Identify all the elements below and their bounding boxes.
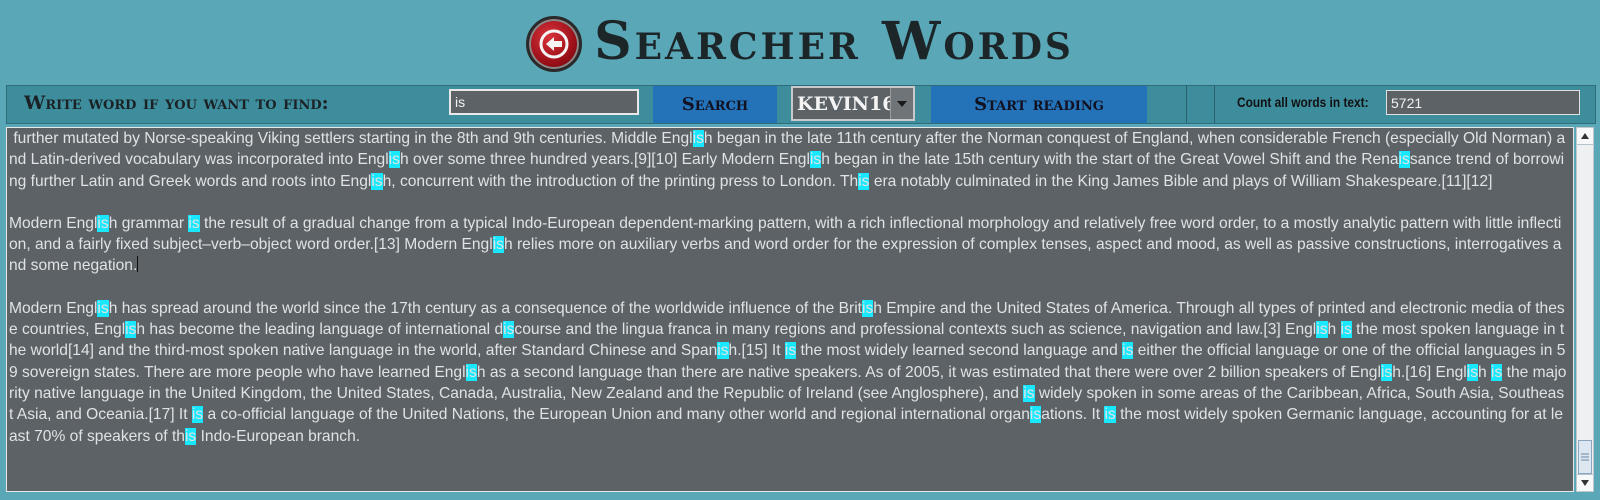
search-highlight: is <box>188 214 200 232</box>
triangle-down-icon <box>1581 480 1589 486</box>
search-highlight: is <box>1029 406 1042 424</box>
search-highlight: is <box>1466 363 1479 381</box>
search-highlight: is <box>858 172 870 190</box>
triangle-up-icon <box>1581 133 1589 139</box>
scroll-thumb[interactable] <box>1578 440 1592 474</box>
title-bar: Searcher Words <box>0 0 1600 84</box>
search-highlight: is <box>1398 151 1410 169</box>
user-select[interactable]: KEVIN16 <box>791 86 915 121</box>
search-highlight: is <box>503 321 515 339</box>
text-paragraph: Modern English grammar is the result of … <box>9 214 1562 275</box>
search-highlight: is <box>125 321 137 339</box>
toolbar-divider <box>1214 86 1215 123</box>
back-button[interactable] <box>526 16 583 72</box>
text-caret <box>137 256 139 273</box>
word-count-label: Count all words in text: <box>1237 94 1369 110</box>
toolbar-divider <box>1186 86 1187 123</box>
search-highlight: is <box>465 363 477 381</box>
search-highlight: is <box>1316 321 1328 339</box>
search-highlight: is <box>184 427 197 445</box>
text-content-area[interactable]: further mutated by Norse-speaking Viking… <box>6 127 1574 492</box>
vertical-scrollbar[interactable] <box>1576 127 1594 492</box>
find-word-input[interactable] <box>449 89 639 115</box>
search-highlight: is <box>1491 363 1503 381</box>
text-paragraph: Modern English has spread around the wor… <box>9 299 1567 445</box>
search-highlight: is <box>1023 384 1035 402</box>
search-highlight: is <box>1380 363 1393 381</box>
search-highlight: is <box>371 172 383 190</box>
search-highlight: is <box>784 342 797 360</box>
search-button[interactable]: Search <box>653 86 777 123</box>
word-count-field[interactable]: 5721 <box>1386 90 1580 115</box>
search-highlight: is <box>97 299 109 317</box>
search-highlight: is <box>191 406 204 424</box>
search-highlight: is <box>1104 406 1116 424</box>
toolbar: Write word if you want to find: Search K… <box>6 85 1596 124</box>
search-highlight: is <box>692 130 704 147</box>
user-select-value: KEVIN16 <box>797 92 890 115</box>
search-highlight: is <box>861 299 874 317</box>
search-highlight: is <box>388 151 400 169</box>
chevron-down-icon <box>897 100 907 107</box>
search-highlight: is <box>809 151 822 169</box>
search-highlight: is <box>492 236 504 254</box>
search-highlight: is <box>97 214 109 232</box>
search-highlight: is <box>717 342 729 360</box>
grip-icon <box>1581 453 1589 461</box>
search-highlight: is <box>1340 321 1352 339</box>
user-select-arrow[interactable] <box>890 88 913 119</box>
scroll-down-button[interactable] <box>1577 474 1593 491</box>
start-reading-button[interactable]: Start reading <box>931 86 1147 123</box>
text-paragraph: further mutated by Norse-speaking Viking… <box>9 130 1566 190</box>
find-word-label: Write word if you want to find: <box>24 92 329 114</box>
arrow-left-icon <box>539 29 569 59</box>
page-title: Searcher Words <box>594 10 1074 72</box>
search-highlight: is <box>1122 342 1134 360</box>
scroll-up-button[interactable] <box>1577 128 1593 145</box>
